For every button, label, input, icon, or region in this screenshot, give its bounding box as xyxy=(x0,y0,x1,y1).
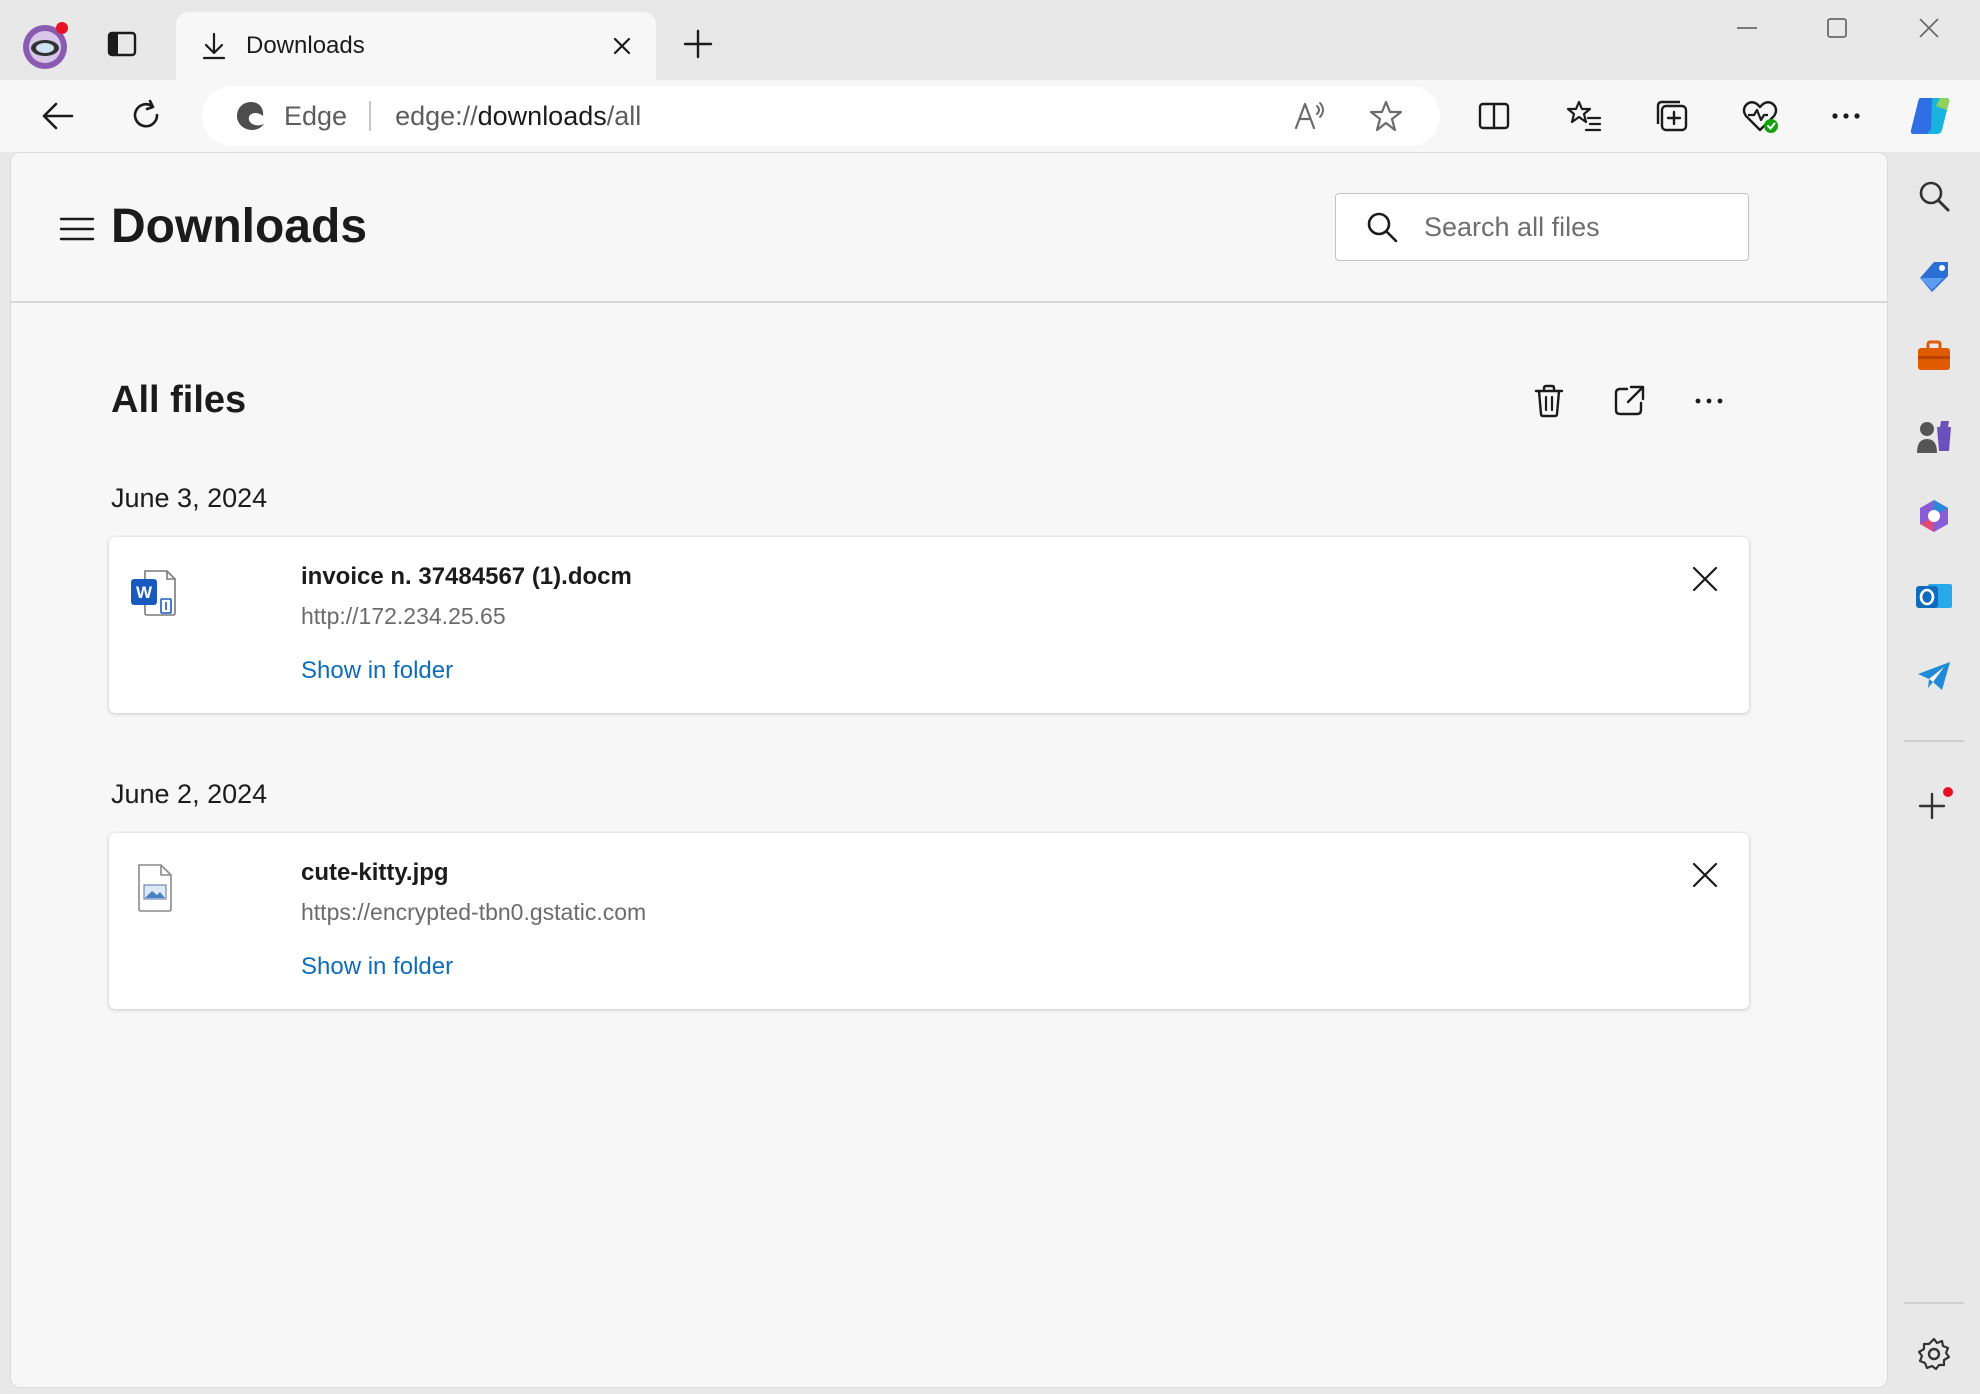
address-bar[interactable]: Edge edge://downloads/all xyxy=(202,86,1440,146)
search-box[interactable] xyxy=(1335,193,1749,261)
copilot-icon xyxy=(1910,98,1950,134)
refresh-icon xyxy=(133,99,159,128)
remove-item-button[interactable] xyxy=(1685,559,1725,599)
read-aloud-icon xyxy=(1294,102,1324,130)
games-icon xyxy=(1917,421,1951,453)
title-bar: Downloads xyxy=(0,0,1980,80)
sidebar-shopping-button[interactable] xyxy=(1910,252,1958,300)
svg-text:W: W xyxy=(136,583,153,602)
minimize-icon xyxy=(1737,27,1757,29)
close-icon xyxy=(1919,18,1939,38)
maximize-button[interactable] xyxy=(1800,8,1874,48)
tab-close-button[interactable] xyxy=(604,28,640,64)
search-icon xyxy=(1367,212,1398,243)
close-icon xyxy=(613,37,631,55)
address-separator xyxy=(369,101,372,131)
microsoft365-icon xyxy=(1920,500,1948,532)
trash-icon xyxy=(1534,384,1564,418)
browser-essentials-icon xyxy=(1742,101,1778,133)
image-file-icon xyxy=(138,864,172,912)
sidebar-tools-button[interactable] xyxy=(1910,332,1958,380)
download-icon xyxy=(202,32,226,60)
collections-icon xyxy=(1656,100,1688,132)
file-name[interactable]: cute-kitty.jpg xyxy=(301,859,449,887)
minimize-button[interactable] xyxy=(1710,8,1784,48)
back-button[interactable] xyxy=(34,92,82,140)
section-title: All files xyxy=(111,379,247,421)
show-in-folder-link[interactable]: Show in folder xyxy=(301,657,453,685)
close-icon xyxy=(1692,566,1718,592)
new-tab-button[interactable] xyxy=(678,24,718,64)
menu-button[interactable] xyxy=(47,207,107,251)
profile-icon xyxy=(23,22,68,69)
tab-title: Downloads xyxy=(246,32,365,59)
clear-all-button[interactable] xyxy=(1525,377,1573,425)
more-options-button[interactable] xyxy=(1685,377,1733,425)
date-group-label: June 2, 2024 xyxy=(111,779,268,809)
download-item: W invoice n. 37484567 (1).docm http://17… xyxy=(109,537,1749,713)
sidebar-microsoft365-button[interactable] xyxy=(1910,492,1958,540)
word-document-icon: W xyxy=(131,570,176,616)
sidebar-divider xyxy=(1904,1302,1964,1304)
outlook-icon xyxy=(1916,584,1952,608)
sidebar-add-button[interactable] xyxy=(1910,782,1958,830)
plus-icon xyxy=(683,29,713,59)
date-group-label: June 3, 2024 xyxy=(111,483,268,513)
close-icon xyxy=(1692,862,1718,888)
tab-actions-button[interactable] xyxy=(102,24,142,64)
shopping-tag-icon xyxy=(1920,262,1948,292)
split-screen-icon xyxy=(1478,102,1510,130)
settings-and-more-button[interactable] xyxy=(1822,92,1870,140)
more-icon xyxy=(1832,113,1860,119)
profile-avatar[interactable] xyxy=(18,18,74,74)
url-text[interactable]: edge://downloads/all xyxy=(395,101,1288,132)
favorites-icon xyxy=(1566,100,1602,132)
page-title: Downloads xyxy=(111,200,368,253)
add-favorite-button[interactable] xyxy=(1364,94,1408,138)
open-downloads-folder-button[interactable] xyxy=(1605,377,1653,425)
window-close-button[interactable] xyxy=(1892,8,1966,48)
read-aloud-button[interactable] xyxy=(1288,94,1332,138)
file-source-url: http://172.234.25.65 xyxy=(301,603,506,629)
add-icon xyxy=(1918,787,1953,820)
search-icon xyxy=(1919,181,1950,212)
remove-item-button[interactable] xyxy=(1685,855,1725,895)
download-item: cute-kitty.jpg https://encrypted-tbn0.gs… xyxy=(109,833,1749,1009)
sidebar-search-button[interactable] xyxy=(1910,172,1958,220)
site-identity-label: Edge xyxy=(284,100,348,131)
split-screen-button[interactable] xyxy=(1470,92,1518,140)
tab-downloads[interactable]: Downloads xyxy=(176,12,656,80)
telegram-icon xyxy=(1918,662,1950,690)
refresh-button[interactable] xyxy=(122,92,170,140)
edge-logo-icon xyxy=(237,102,264,130)
downloads-page: Downloads All files xyxy=(10,152,1888,1388)
show-in-folder-link[interactable]: Show in folder xyxy=(301,953,453,981)
edge-sidebar xyxy=(1888,152,1980,1394)
file-name[interactable]: invoice n. 37484567 (1).docm xyxy=(301,563,632,591)
more-icon xyxy=(1695,398,1723,404)
file-source-url: https://encrypted-tbn0.gstatic.com xyxy=(301,899,647,925)
browser-essentials-button[interactable] xyxy=(1736,92,1784,140)
sidebar-outlook-button[interactable] xyxy=(1910,572,1958,620)
page-header: Downloads xyxy=(11,153,1887,303)
tab-actions-icon xyxy=(107,31,137,57)
favorites-button[interactable] xyxy=(1560,92,1608,140)
favorite-star-icon xyxy=(1369,100,1403,132)
search-input[interactable] xyxy=(1424,211,1724,243)
sidebar-divider xyxy=(1904,740,1964,742)
tools-icon xyxy=(1918,340,1950,370)
sidebar-telegram-button[interactable] xyxy=(1910,652,1958,700)
open-external-icon xyxy=(1614,385,1645,416)
sidebar-games-button[interactable] xyxy=(1910,412,1958,460)
hamburger-menu-icon xyxy=(59,217,95,241)
collections-button[interactable] xyxy=(1648,92,1696,140)
copilot-button[interactable] xyxy=(1906,92,1954,140)
maximize-icon xyxy=(1827,18,1847,38)
browser-toolbar: Edge edge://downloads/all xyxy=(0,80,1980,152)
settings-icon xyxy=(1917,1337,1951,1371)
back-icon xyxy=(42,102,74,130)
sidebar-settings-button[interactable] xyxy=(1910,1330,1958,1378)
